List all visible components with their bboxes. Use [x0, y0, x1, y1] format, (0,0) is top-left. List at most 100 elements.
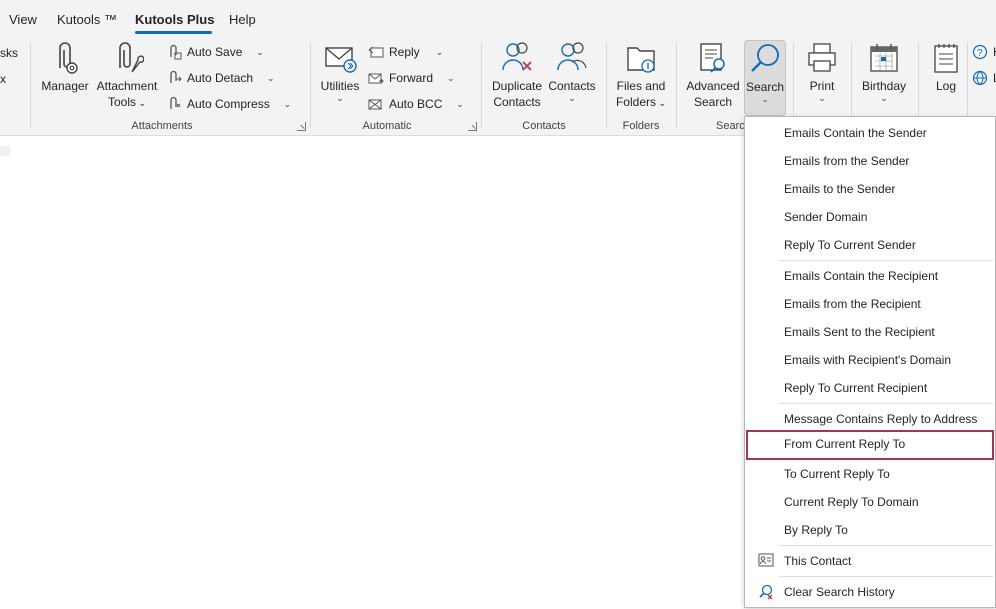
menu-item-label: Reply To Current Recipient — [784, 381, 928, 395]
menu-item-by-reply-to[interactable]: By Reply To — [746, 516, 994, 544]
chevron-down-icon: ⌄ — [761, 94, 769, 104]
advanced-search-button[interactable]: Advanced Search — [684, 40, 742, 110]
files-and-folders-button[interactable]: Files and Folders ⌄ — [612, 40, 670, 111]
menu-item-emails-from-sender[interactable]: Emails from the Sender — [746, 147, 994, 175]
language-partial-button[interactable]: L — [972, 68, 996, 88]
manager-label: Manager — [41, 79, 89, 93]
menu-item-emails-recipient-domain[interactable]: Emails with Recipient's Domain — [746, 346, 994, 374]
chevron-down-icon[interactable]: ⌄ — [456, 99, 464, 110]
group-separator — [676, 42, 677, 128]
search-group-label: Searc — [716, 120, 745, 132]
tab-help[interactable]: Help — [229, 12, 256, 27]
chevron-down-icon[interactable]: ⌄ — [436, 47, 444, 58]
menu-item-label: Clear Search History — [784, 585, 895, 599]
svg-text:?: ? — [977, 48, 983, 59]
paperclip-wrench-icon — [119, 42, 144, 73]
menu-separator — [779, 576, 993, 577]
paperclip-save-icon — [170, 44, 182, 60]
menu-item-message-contains-reply-to[interactable]: Message Contains Reply to Address — [746, 405, 994, 433]
paperclip-gear-icon — [59, 42, 78, 74]
contact-card-icon — [758, 553, 774, 567]
menu-separator — [779, 403, 993, 404]
dialog-launcher-icon[interactable] — [297, 122, 306, 131]
menu-item-clear-search-history[interactable]: Clear Search History — [746, 578, 994, 606]
reply-label: Reply — [389, 45, 420, 59]
group-separator — [481, 42, 482, 128]
menu-item-emails-to-sender[interactable]: Emails to the Sender — [746, 175, 994, 203]
auto-bcc-button[interactable]: Auto BCC ⌄ — [368, 94, 464, 114]
menu-item-emails-contain-sender[interactable]: Emails Contain the Sender — [746, 119, 994, 147]
print-button[interactable]: Print ⌄ — [800, 40, 844, 103]
search-dropdown-menu: Emails Contain the Sender Emails from th… — [744, 116, 996, 608]
menu-item-this-contact[interactable]: This Contact — [746, 547, 994, 575]
log-button[interactable]: Log — [926, 40, 966, 94]
attachment-tools-button[interactable]: Attachment Tools ⌄ — [94, 40, 160, 111]
menu-item-label: From Current Reply To — [784, 437, 906, 451]
contacts-icon — [557, 42, 587, 71]
help-partial-button[interactable]: ? H — [972, 42, 996, 62]
reply-button[interactable]: Reply ⌄ — [368, 42, 443, 62]
paperclip-detach-icon — [170, 70, 182, 83]
notepad-icon — [934, 44, 958, 73]
tab-view[interactable]: View — [9, 12, 37, 27]
menu-item-emails-sent-to-recipient[interactable]: Emails Sent to the Recipient — [746, 318, 994, 346]
menu-item-emails-contain-recipient[interactable]: Emails Contain the Recipient — [746, 262, 994, 290]
partial-button-left-1[interactable]: sks — [0, 46, 18, 60]
menu-separator — [779, 545, 993, 546]
tab-kutools-plus[interactable]: Kutools Plus — [135, 12, 214, 27]
advanced-search-label-1: Advanced — [686, 79, 740, 93]
partial-button-left-2[interactable]: x — [0, 72, 6, 86]
auto-detach-button[interactable]: Auto Detach ⌄ — [168, 68, 275, 88]
log-label: Log — [935, 79, 957, 93]
content-divider — [0, 146, 10, 156]
auto-compress-button[interactable]: Auto Compress ⌄ — [168, 94, 291, 114]
auto-detach-label: Auto Detach — [187, 71, 254, 85]
tab-kutools[interactable]: Kutools ™ — [57, 12, 117, 27]
forward-button[interactable]: Forward ⌄ — [368, 68, 455, 88]
chevron-down-icon[interactable]: ⌄ — [447, 73, 455, 84]
envelope-icon — [325, 47, 357, 73]
menu-item-label: Reply To Current Sender — [784, 238, 916, 252]
contacts-group-label: Contacts — [522, 120, 566, 132]
menu-item-sender-domain[interactable]: Sender Domain — [746, 203, 994, 231]
menu-item-current-reply-to-domain[interactable]: Current Reply To Domain — [746, 488, 994, 516]
folders-group-label: Folders — [622, 120, 660, 132]
group-separator — [606, 42, 607, 128]
chevron-down-icon: ⌄ — [135, 98, 147, 108]
forward-label: Forward — [389, 71, 434, 85]
contacts-button[interactable]: Contacts ⌄ — [546, 40, 598, 103]
menu-item-to-current-reply-to[interactable]: To Current Reply To — [746, 460, 994, 488]
menu-item-label: Emails with Recipient's Domain — [784, 353, 952, 367]
attachment-tools-label-2: Tools — [107, 95, 136, 109]
menu-item-label: Emails from the Sender — [784, 154, 910, 168]
manager-button[interactable]: Manager — [38, 40, 92, 94]
utilities-button[interactable]: Utilities ⌄ — [318, 40, 362, 103]
globe-icon — [972, 70, 988, 86]
dialog-launcher-icon[interactable] — [468, 122, 477, 131]
group-separator — [310, 42, 311, 128]
auto-compress-label: Auto Compress — [187, 97, 270, 111]
birthday-button[interactable]: Birthday ⌄ — [858, 40, 910, 103]
chevron-down-icon[interactable]: ⌄ — [256, 47, 264, 58]
search-label: Search — [745, 80, 785, 94]
chevron-down-icon[interactable]: ⌄ — [284, 99, 292, 110]
menu-separator — [779, 260, 993, 261]
chevron-down-icon: ⌄ — [655, 98, 667, 108]
attachment-tools-label-1: Attachment — [96, 79, 158, 93]
calendar-icon — [870, 44, 898, 72]
auto-save-button[interactable]: Auto Save ⌄ — [168, 42, 264, 62]
duplicate-contacts-label-1: Duplicate — [491, 79, 543, 93]
chevron-down-icon[interactable]: ⌄ — [267, 73, 275, 84]
auto-bcc-label: Auto BCC — [389, 97, 443, 111]
menu-item-reply-to-current-recipient[interactable]: Reply To Current Recipient — [746, 374, 994, 402]
menu-item-reply-to-current-sender[interactable]: Reply To Current Sender — [746, 231, 994, 259]
contacts-label: Contacts — [548, 79, 596, 93]
utilities-label: Utilities — [320, 79, 360, 93]
birthday-label: Birthday — [861, 79, 907, 93]
duplicate-contacts-button[interactable]: Duplicate Contacts — [488, 40, 546, 110]
search-button[interactable]: Search ⌄ — [744, 40, 786, 116]
menu-item-label: Emails Sent to the Recipient — [784, 325, 935, 339]
menu-item-emails-from-recipient[interactable]: Emails from the Recipient — [746, 290, 994, 318]
menu-item-from-current-reply-to[interactable]: From Current Reply To — [746, 430, 994, 460]
menu-item-label: Emails from the Recipient — [784, 297, 921, 311]
